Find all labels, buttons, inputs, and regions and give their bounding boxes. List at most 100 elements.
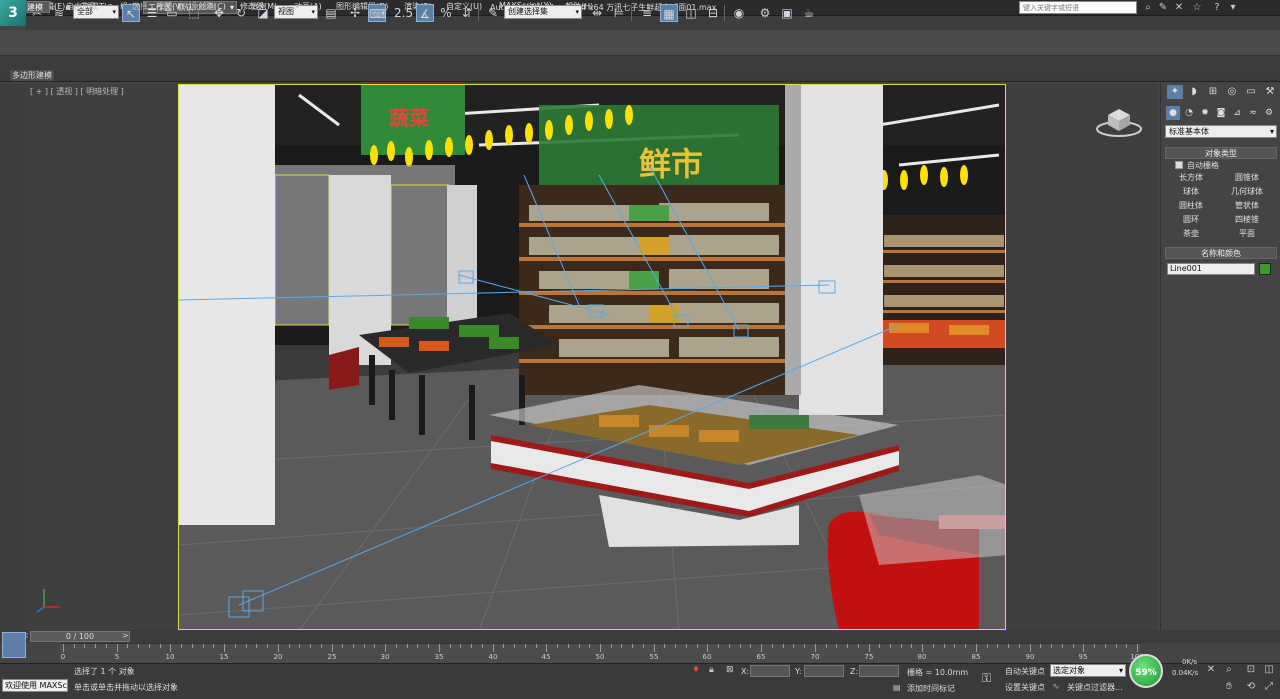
polygon-modeling-label[interactable]: 多边形建模 (10, 70, 54, 81)
subscription-icon[interactable]: ✎ (1156, 1, 1170, 15)
app-logo-icon[interactable]: 3 (0, 0, 26, 26)
key-filter-icon[interactable]: ∿ (1052, 682, 1060, 692)
spinner-snap-icon[interactable]: ⇵ (458, 4, 476, 22)
graphite-ribbon-icon[interactable]: ▦ (660, 4, 678, 22)
percent-snap-icon[interactable]: % (437, 4, 455, 22)
pivot-center-icon[interactable]: ▤ (322, 4, 340, 22)
keyboard-shortcut-override-icon[interactable]: ⌨ (368, 4, 386, 22)
field-of-view-icon[interactable]: ◫ (1262, 663, 1276, 677)
mirror-icon[interactable]: ⇹ (588, 4, 606, 22)
helpers-icon[interactable]: ⊿ (1230, 106, 1244, 120)
network-speed-badge[interactable]: 59% (1129, 654, 1163, 688)
autogrid-checkbox[interactable] (1175, 161, 1183, 169)
layer-manager-icon[interactable]: ≡ (638, 4, 656, 22)
torus-button[interactable]: 圆环 (1165, 214, 1217, 226)
search-input[interactable]: 键入关键字或短语 (1019, 1, 1137, 14)
teapot-button[interactable]: 茶壶 (1165, 228, 1217, 240)
display-icon[interactable]: ▭ (1243, 85, 1259, 99)
set-key-button[interactable]: 设置关键点 (1005, 682, 1045, 693)
x-coord-field[interactable] (750, 665, 790, 677)
material-editor-icon[interactable]: ◉ (730, 4, 748, 22)
search-icon[interactable]: ⌕ (1141, 1, 1155, 15)
cone-button[interactable]: 圆锥体 (1221, 172, 1273, 184)
time-slider[interactable]: 0 / 100 (30, 631, 130, 642)
render-setup-icon[interactable]: ⚙ (756, 4, 774, 22)
tube-button[interactable]: 管状体 (1221, 200, 1273, 212)
pan-icon[interactable]: ✋︎ (1222, 680, 1236, 694)
modify-icon[interactable]: ◗ (1186, 85, 1202, 99)
name-and-color-rollout[interactable]: 名称和颜色 (1165, 247, 1277, 259)
chevron-down-icon: ▾ (1118, 666, 1123, 675)
lights-icon[interactable]: ✹ (1198, 106, 1212, 120)
create-icon[interactable]: ✦ (1167, 85, 1183, 99)
viewport-label[interactable]: [ + ] [ 透视 ] [ 明暗处理 ] (30, 86, 124, 97)
key-filters-button[interactable]: 关键点过滤器... (1067, 682, 1123, 693)
object-type-rollout[interactable]: 对象类型 (1165, 147, 1277, 159)
track-bar[interactable]: 0510152025303540455055606570758085909510… (60, 643, 1144, 663)
add-time-tag-icon[interactable]: ▤ (893, 683, 901, 692)
ribbon-tab-object-paint[interactable]: 对象绘制 (177, 1, 221, 13)
key-icon[interactable]: ⚿ (982, 671, 991, 686)
box-button[interactable]: 长方体 (1165, 172, 1217, 184)
zoom-icon[interactable]: ⌕ (1222, 663, 1236, 677)
slider-next-icon[interactable]: > (122, 631, 129, 640)
toolbar-separator (631, 5, 632, 21)
schematic-view-icon[interactable]: ⊟ (704, 4, 722, 22)
isolate-icon[interactable]: ♦ (692, 665, 700, 675)
render-production-icon[interactable]: ☕ (800, 4, 818, 22)
pyramid-button[interactable]: 四棱锥 (1221, 214, 1273, 226)
favorites-icon[interactable]: ☆ (1190, 1, 1204, 15)
close-icon[interactable]: ✕ (1204, 663, 1218, 677)
perspective-viewport[interactable]: 蔬菜 鲜市 (178, 84, 1006, 630)
ribbon-tab-populate[interactable]: 填充 (244, 1, 272, 13)
minimize-icon[interactable]: ▾ (1226, 1, 1240, 15)
right-pillar (799, 85, 883, 415)
align-icon[interactable]: ⊨ (610, 4, 628, 22)
absolute-mode-icon[interactable]: ⊠ (726, 665, 734, 675)
ribbon-tab-selection[interactable]: 选择 (126, 1, 154, 13)
communication-icon[interactable]: ✕ (1172, 1, 1186, 15)
ribbon-tab-freeform[interactable]: 自由形式 (60, 1, 104, 13)
edit-named-selection-icon[interactable]: ✎ (484, 4, 502, 22)
orbit-icon[interactable]: ⟲ (1244, 680, 1258, 694)
z-coord-field[interactable] (859, 665, 899, 677)
rendered-frame-icon[interactable]: ▣ (778, 4, 796, 22)
cylinder-button[interactable]: 圆柱体 (1165, 200, 1217, 212)
upload-speed: 0K/s (1182, 658, 1198, 666)
ribbon-options-icon[interactable]: ▭▾ (282, 1, 306, 13)
maxscript-listener[interactable]: 欢迎使用 MAXScri (2, 679, 68, 692)
zoom-extents-icon[interactable]: ⊡ (1244, 663, 1258, 677)
mini-curve-editor-icon[interactable] (2, 632, 26, 658)
motion-icon[interactable]: ◎ (1224, 85, 1240, 99)
cameras-icon[interactable]: ◙ (1214, 106, 1228, 120)
angle-snap-icon[interactable]: ∡ (416, 4, 434, 22)
snap-toggle-icon[interactable]: 2.5 (394, 4, 413, 22)
auto-key-button[interactable]: 自动关键点 (1005, 666, 1045, 677)
shapes-icon[interactable]: ◔ (1182, 106, 1196, 120)
primitive-type-dropdown[interactable]: 标准基本体 ▾ (1165, 125, 1277, 138)
manipulate-icon[interactable]: ✢ (346, 4, 364, 22)
sphere-button[interactable]: 球体 (1165, 186, 1217, 198)
help-icon[interactable]: ? (1210, 1, 1224, 15)
timeline-tick (847, 644, 848, 648)
geometry-icon[interactable]: ● (1166, 106, 1180, 120)
systems-icon[interactable]: ⚙ (1262, 106, 1276, 120)
plane-button[interactable]: 平面 (1221, 228, 1273, 240)
hierarchy-icon[interactable]: ⊞ (1205, 85, 1221, 99)
named-selection-dropdown[interactable]: 创建选择集 ▾ (504, 5, 582, 19)
object-color-swatch[interactable] (1259, 263, 1271, 275)
geosphere-button[interactable]: 几何球体 (1221, 186, 1273, 198)
spacewarps-icon[interactable]: ≈ (1246, 106, 1260, 120)
add-time-tag[interactable]: 添加时间标记 (907, 683, 955, 694)
timeline-tick-label: 85 (971, 653, 981, 661)
key-selection-dropdown[interactable]: 选定对象 ▾ (1050, 664, 1126, 677)
object-name-field[interactable]: Line001 (1167, 263, 1255, 275)
timeline-tick (450, 644, 451, 648)
utilities-icon[interactable]: ⚒ (1262, 85, 1278, 99)
timeline-tick (740, 644, 741, 648)
lock-selection-icon[interactable]: 🔒︎ (709, 665, 714, 675)
curve-editor-icon[interactable]: ◫ (682, 4, 700, 22)
maximize-viewport-icon[interactable]: ⤢ (1262, 680, 1276, 694)
y-coord-field[interactable] (804, 665, 844, 677)
viewcube[interactable] (1094, 103, 1144, 141)
